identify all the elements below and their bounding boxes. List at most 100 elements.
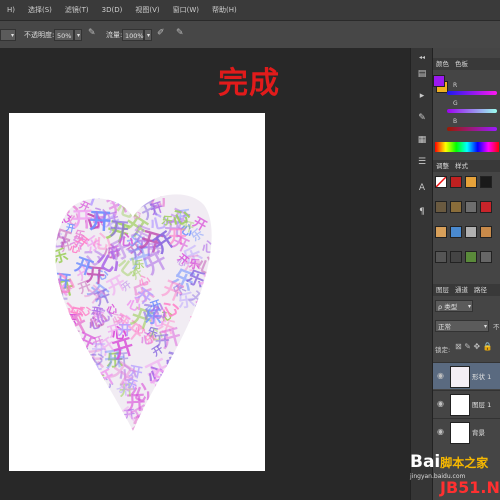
heart-glyph: 开: [65, 401, 94, 432]
tab-adjustments[interactable]: 调整: [436, 162, 449, 170]
heart-glyph: 开: [209, 351, 228, 372]
heart-glyph: 心: [83, 392, 108, 419]
heart-glyph: 乐: [74, 410, 88, 426]
heart-glyph: 心: [59, 405, 76, 423]
style-swatch[interactable]: [450, 176, 462, 188]
opacity-short-label: 不: [493, 323, 500, 331]
tab-channels[interactable]: 通道: [455, 286, 468, 294]
b-slider[interactable]: [447, 127, 497, 131]
heart-glyph: 乐: [136, 418, 152, 435]
tool-preset-dropdown[interactable]: ▾: [0, 29, 16, 41]
heart-glyph: 乐: [188, 256, 201, 271]
menu-item-filter[interactable]: 滤镜(T): [65, 5, 89, 15]
menu-item-help[interactable]: 帮助(H): [212, 5, 237, 15]
tab-layers[interactable]: 图层: [436, 286, 449, 294]
actions-icon[interactable]: ▸: [416, 90, 428, 102]
style-swatch[interactable]: [465, 201, 477, 213]
blend-mode-dropdown[interactable]: 正常 ▾: [435, 320, 489, 332]
heart-glyph: 乐: [49, 404, 67, 425]
opacity-dropdown[interactable]: ▾: [74, 29, 82, 41]
heart-glyph: 开: [185, 396, 200, 413]
style-swatch[interactable]: [450, 226, 462, 238]
heart-glyph: 开: [100, 411, 122, 435]
heart-glyph: 心: [196, 358, 219, 383]
style-swatch[interactable]: [465, 226, 477, 238]
heart-glyph: 乐: [213, 188, 235, 210]
document-canvas[interactable]: 心心开开开心心心开乐心心开心开开开心心乐开开乐开乐心乐开开心开开开乐开心心心开心…: [9, 113, 265, 471]
brush-icon[interactable]: ✎: [416, 112, 428, 124]
heart-glyph: 心: [77, 420, 96, 441]
heart-glyph: 乐: [53, 190, 81, 220]
style-swatch[interactable]: [480, 251, 492, 263]
flow-dropdown[interactable]: ▾: [144, 29, 152, 41]
r-slider[interactable]: [447, 91, 497, 95]
tab-swatches[interactable]: 色板: [455, 60, 468, 68]
menu-item-select[interactable]: 选择(S): [28, 5, 52, 15]
opacity-label: 不透明度:: [24, 31, 55, 39]
eye-icon[interactable]: ◉: [437, 371, 446, 380]
style-swatch[interactable]: [435, 201, 447, 213]
watermark-site: JB51.Net: [440, 478, 500, 497]
layer-thumbnail: [450, 422, 470, 444]
layer-row[interactable]: ◉ 图层 1: [433, 390, 500, 417]
style-swatch[interactable]: [435, 226, 447, 238]
heart-glyph: 心: [202, 240, 216, 256]
menu-item-window[interactable]: 窗口(W): [173, 5, 199, 15]
heart-glyph: 乐: [217, 316, 242, 342]
clone-source-icon[interactable]: ▦: [416, 134, 428, 146]
heart-glyph: 乐: [186, 349, 210, 376]
heart-glyph: 心: [207, 307, 232, 335]
style-swatch[interactable]: [480, 226, 492, 238]
heart-glyph: 开: [218, 241, 237, 263]
layer-row[interactable]: ◉ 背景: [433, 418, 500, 445]
menu-item-view[interactable]: 视图(V): [135, 5, 159, 15]
menu-item-3d[interactable]: 3D(D): [102, 6, 123, 14]
history-icon[interactable]: ▤: [416, 68, 428, 80]
heart-glyph: 心: [68, 358, 86, 379]
character-icon[interactable]: A: [416, 182, 428, 194]
tab-styles[interactable]: 样式: [455, 162, 468, 170]
opacity-input[interactable]: 50%: [54, 29, 74, 41]
heart-glyph: 心: [173, 399, 196, 423]
flow-input[interactable]: 100%: [122, 29, 144, 41]
heart-glyph: 开: [154, 332, 170, 350]
layer-filter-dropdown[interactable]: ρ 类型 ▾: [435, 300, 473, 312]
style-swatch[interactable]: [450, 251, 462, 263]
tab-color[interactable]: 颜色: [436, 60, 449, 68]
eye-icon[interactable]: ◉: [437, 427, 446, 436]
heart-glyph: 开: [163, 372, 190, 401]
eye-icon[interactable]: ◉: [437, 399, 446, 408]
foreground-color-swatch[interactable]: [433, 75, 445, 87]
pressure-opacity-icon[interactable]: ✎: [88, 28, 96, 38]
pressure-size-icon[interactable]: ✎: [176, 28, 184, 38]
style-swatch[interactable]: [435, 251, 447, 263]
heart-glyph: 心: [190, 376, 207, 396]
style-swatch[interactable]: [480, 201, 492, 213]
heart-glyph: 心: [74, 357, 89, 372]
lock-icons[interactable]: ⊠ ✎ ✥ 🔒: [455, 342, 493, 351]
g-slider[interactable]: [447, 109, 497, 113]
style-swatch[interactable]: [465, 176, 477, 188]
b-label: B: [453, 118, 458, 125]
style-swatch[interactable]: [450, 201, 462, 213]
style-none[interactable]: [435, 176, 447, 188]
flow-label: 流量:: [106, 31, 123, 39]
tab-paths[interactable]: 路径: [474, 286, 487, 294]
layer-row-selected[interactable]: ◉ 形状 1: [433, 362, 500, 389]
lock-label: 锁定:: [435, 346, 451, 354]
heart-glyph: 乐: [197, 415, 215, 433]
heart-glyph: 心: [49, 312, 73, 338]
collapse-icon[interactable]: ◂◂: [416, 52, 428, 64]
color-spectrum-bar[interactable]: [435, 142, 499, 152]
style-swatch[interactable]: [465, 251, 477, 263]
menu-item-edit[interactable]: H): [7, 6, 15, 14]
airbrush-icon[interactable]: ✐: [157, 28, 165, 38]
heart-glyph: 开: [213, 223, 230, 242]
g-label: G: [453, 100, 458, 107]
heart-glyph: 开: [206, 415, 220, 430]
tool-preset-icon[interactable]: ☰: [416, 156, 428, 168]
r-label: R: [453, 82, 458, 89]
paragraph-icon[interactable]: ¶: [416, 206, 428, 218]
style-swatch[interactable]: [480, 176, 492, 188]
heart-glyph: 乐: [47, 379, 67, 401]
